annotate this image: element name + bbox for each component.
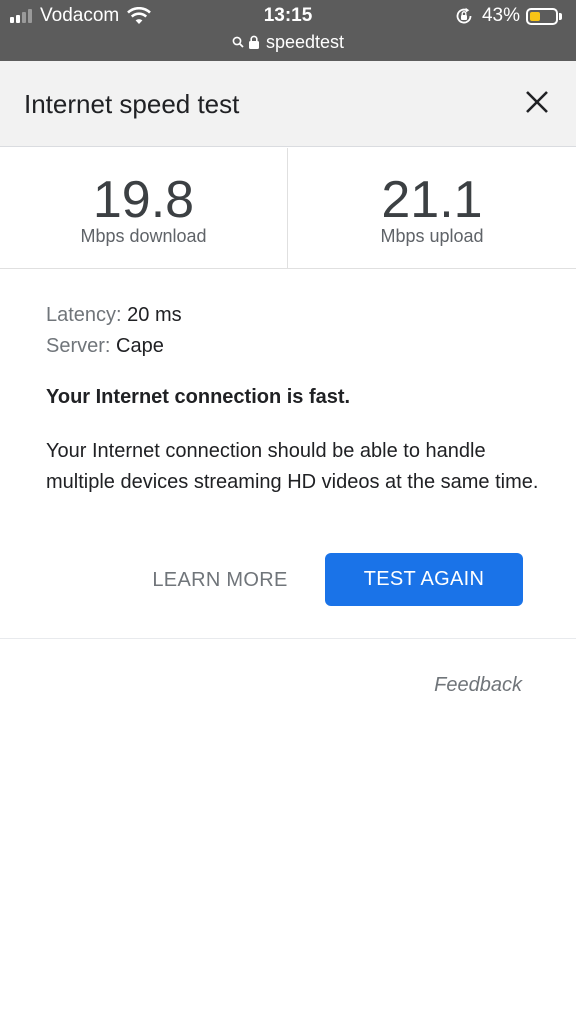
connection-verdict: Your Internet connection is fast.	[46, 386, 351, 408]
connection-description: Your Internet connection should be able …	[46, 440, 539, 493]
test-again-button[interactable]: TEST AGAIN	[325, 553, 523, 606]
upload-speed-label: Mbps upload	[380, 226, 484, 246]
download-speed-label: Mbps download	[80, 226, 207, 246]
test-details: Latency: 20 ms Server: Cape	[46, 300, 546, 362]
status-right: 43%	[454, 5, 562, 27]
dialog-header: Internet speed test	[0, 61, 576, 147]
battery-level	[530, 11, 541, 21]
speed-results: 19.8 Mbps download 21.1 Mbps upload	[0, 148, 576, 269]
upload-speed-value: 21.1	[381, 171, 483, 229]
latency-value: 20 ms	[127, 304, 182, 326]
latency-label: Latency:	[46, 304, 122, 326]
server-value: Cape	[116, 335, 164, 357]
upload-result: 21.1 Mbps upload	[288, 148, 576, 268]
page-title: Internet speed test	[24, 89, 240, 119]
learn-more-button[interactable]: LEARN MORE	[140, 558, 300, 602]
status-bar: Vodacom 13:15 43% speedtest	[0, 0, 576, 61]
download-result: 19.8 Mbps download	[0, 148, 288, 268]
latency-row: Latency: 20 ms	[46, 300, 546, 331]
address-bar[interactable]: speedtest	[0, 30, 576, 54]
search-icon	[232, 36, 244, 48]
battery-icon	[526, 7, 562, 25]
rotation-lock-icon	[456, 7, 472, 24]
battery-percentage: 43%	[481, 5, 520, 26]
server-label: Server:	[46, 335, 111, 357]
close-icon[interactable]	[524, 89, 550, 115]
lock-icon	[248, 35, 259, 49]
feedback-link[interactable]: Feedback	[434, 674, 522, 697]
url-text: speedtest	[265, 31, 345, 52]
server-row: Server: Cape	[46, 331, 546, 362]
download-speed-value: 19.8	[92, 171, 195, 229]
divider	[0, 638, 576, 639]
